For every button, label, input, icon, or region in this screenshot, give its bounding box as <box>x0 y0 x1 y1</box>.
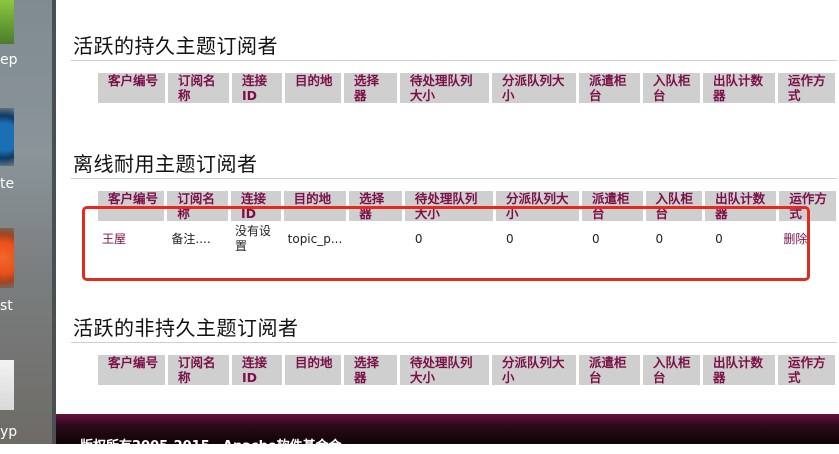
footer: 版权所有2005-2015，Apache软件基金会 <box>56 414 839 454</box>
desktop-icon-label[interactable]: te <box>0 176 14 192</box>
desktop-background: ep te st yp <box>0 0 56 444</box>
col-header-connection-id[interactable]: 连接ID <box>232 355 282 385</box>
footer-copyright: 版权所有2005-2015，Apache软件基金会 <box>80 439 342 454</box>
col-header-dispatch-counter[interactable]: 派遣柜台 <box>579 355 640 385</box>
col-header-destination[interactable]: 目的地 <box>285 355 341 385</box>
table-header-row: 客户编号 订阅名称 连接ID 目的地 选择器 待处理队列大小 分派队列大小 派遣… <box>98 73 835 103</box>
col-header-client-id[interactable]: 客户编号 <box>98 73 165 103</box>
col-header-dispatched-queue-size[interactable]: 分派队列大小 <box>492 355 576 385</box>
highlight-annotation <box>82 206 810 281</box>
col-header-dispatch-counter[interactable]: 派遣柜台 <box>579 73 640 103</box>
col-header-selector[interactable]: 选择器 <box>344 73 397 103</box>
section-divider <box>71 60 837 61</box>
col-header-connection-id[interactable]: 连接ID <box>232 73 282 103</box>
page-content: 活跃的持久主题订阅者 客户编号 订阅名称 连接ID 目的地 选择器 待处理队列大… <box>56 0 839 454</box>
col-header-client-id[interactable]: 客户编号 <box>98 355 165 385</box>
col-header-dispatched-queue-size[interactable]: 分派队列大小 <box>492 73 576 103</box>
section-divider <box>71 342 837 343</box>
section-title-active-durable: 活跃的持久主题订阅者 <box>73 34 278 58</box>
col-header-destination[interactable]: 目的地 <box>285 73 341 103</box>
col-header-operations[interactable]: 运作方式 <box>778 73 835 103</box>
section-divider <box>71 178 837 179</box>
col-header-dequeue-counter[interactable]: 出队计数器 <box>703 73 775 103</box>
col-header-enqueue-counter[interactable]: 入队柜台 <box>643 73 700 103</box>
col-header-enqueue-counter[interactable]: 入队柜台 <box>643 355 700 385</box>
col-header-pending-queue-size[interactable]: 待处理队列大小 <box>400 355 489 385</box>
desktop-app-icon-blue[interactable] <box>0 108 14 166</box>
col-header-operations[interactable]: 运作方式 <box>778 355 835 385</box>
col-header-subscription-name[interactable]: 订阅名称 <box>168 73 229 103</box>
col-header-pending-queue-size[interactable]: 待处理队列大小 <box>400 73 489 103</box>
table-header-row: 客户编号 订阅名称 连接ID 目的地 选择器 待处理队列大小 分派队列大小 派遣… <box>98 355 835 385</box>
desktop-app-icon-green[interactable] <box>0 0 14 44</box>
desktop-icon-label[interactable]: yp <box>0 424 17 440</box>
col-header-subscription-name[interactable]: 订阅名称 <box>168 355 229 385</box>
col-header-dequeue-counter[interactable]: 出队计数器 <box>703 355 775 385</box>
desktop-app-icon-orange[interactable] <box>0 228 14 288</box>
section-title-offline-durable: 离线耐用主题订阅者 <box>73 152 258 176</box>
section-title-active-nondurable: 活跃的非持久主题订阅者 <box>73 316 299 340</box>
desktop-app-icon-white[interactable] <box>0 360 14 410</box>
active-nondurable-table: 客户编号 订阅名称 连接ID 目的地 选择器 待处理队列大小 分派队列大小 派遣… <box>95 352 838 388</box>
col-header-selector[interactable]: 选择器 <box>344 355 397 385</box>
active-durable-table: 客户编号 订阅名称 连接ID 目的地 选择器 待处理队列大小 分派队列大小 派遣… <box>95 70 838 106</box>
desktop-icon-label[interactable]: st <box>0 298 13 314</box>
desktop-icon-label[interactable]: ep <box>0 52 18 68</box>
